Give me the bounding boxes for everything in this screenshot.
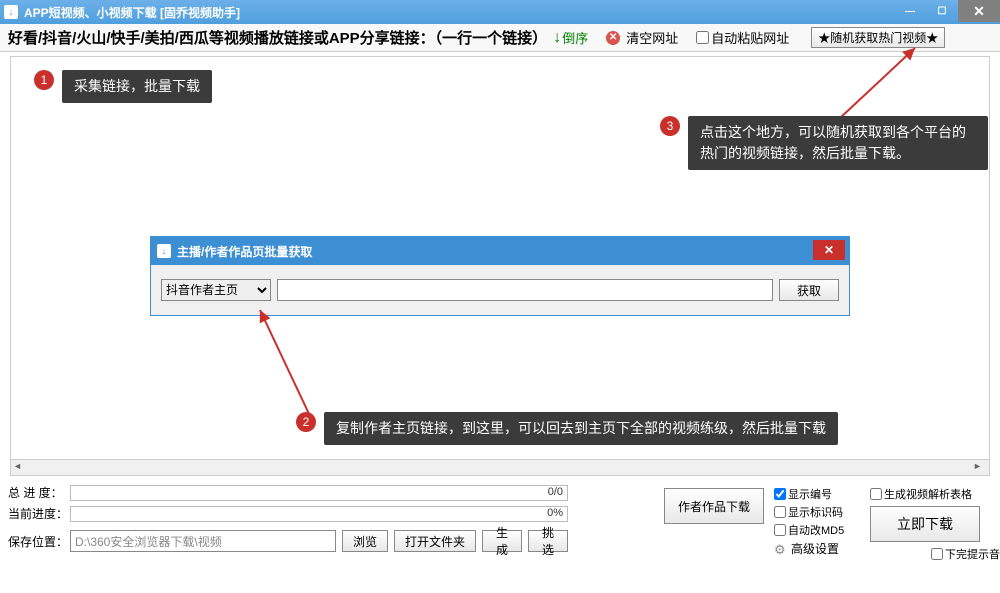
random-hot-video-button[interactable]: ★随机获取热门视频★ <box>811 27 945 48</box>
bottom-panel: 总 进 度： 0/0 当前进度： 0% 保存位置： 浏览 打开文件夹 生成 挑选… <box>8 484 992 587</box>
scroll-right-icon[interactable]: ► <box>973 461 987 475</box>
platform-select[interactable]: 抖音作者主页 <box>161 279 271 301</box>
down-arrow-icon: ↓ <box>553 29 561 47</box>
callout-1-text: 采集链接，批量下载 <box>62 70 212 103</box>
callout-3-text: 点击这个地方，可以随机获取到各个平台的热门的视频链接，然后批量下载。 <box>688 116 988 170</box>
total-progress-label: 总 进 度： <box>8 484 64 501</box>
callout-2-badge: 2 <box>296 412 316 432</box>
author-url-input[interactable] <box>277 279 773 301</box>
show-number-checkbox[interactable]: 显示编号 <box>774 486 864 502</box>
dialog-close-button[interactable]: ✕ <box>813 240 845 260</box>
show-code-checkbox[interactable]: 显示标识码 <box>774 504 864 520</box>
advanced-settings-link[interactable]: ⚙高级设置 <box>774 540 864 557</box>
dialog-icon: ↓ <box>157 244 171 258</box>
author-works-download-button[interactable]: 作者作品下载 <box>664 488 764 524</box>
scroll-left-icon[interactable]: ◄ <box>13 461 27 475</box>
done-sound-checkbox[interactable]: 下完提示音 <box>870 546 1000 562</box>
dialog-titlebar: ↓ 主播/作者作品页批量获取 ✕ <box>151 237 849 265</box>
app-icon: ↓ <box>4 5 18 19</box>
callout-1-badge: 1 <box>34 70 54 90</box>
sort-label: 倒序 <box>562 28 588 47</box>
author-fetch-dialog: ↓ 主播/作者作品页批量获取 ✕ 抖音作者主页 获取 <box>150 236 850 316</box>
sort-button[interactable]: ↓倒序 <box>553 28 588 47</box>
horizontal-scrollbar[interactable]: ◄ ► <box>11 459 989 475</box>
current-progress-label: 当前进度： <box>8 505 64 522</box>
gen-table-checkbox[interactable]: 生成视频解析表格 <box>870 486 1000 502</box>
total-progress-text: 0/0 <box>548 486 563 498</box>
minimize-button[interactable]: — <box>894 0 926 22</box>
save-path-label: 保存位置： <box>8 533 64 550</box>
dialog-title: 主播/作者作品页批量获取 <box>177 243 312 260</box>
browse-button[interactable]: 浏览 <box>342 530 388 552</box>
fetch-button[interactable]: 获取 <box>779 279 839 301</box>
auto-paste-label: 自动粘贴网址 <box>711 28 789 47</box>
download-now-button[interactable]: 立即下载 <box>870 506 980 542</box>
toolbar: 好看/抖音/火山/快手/美拍/西瓜等视频播放链接或APP分享链接：（一行一个链接… <box>0 24 1000 52</box>
close-button[interactable]: ✕ <box>958 0 1000 22</box>
window-controls: — ☐ ✕ <box>894 0 1000 22</box>
pick-button[interactable]: 挑选 <box>528 530 568 552</box>
callout-2-text: 复制作者主页链接，到这里，可以回去到主页下全部的视频练级，然后批量下载 <box>324 412 838 445</box>
dialog-body: 抖音作者主页 获取 <box>151 265 849 315</box>
callout-1: 1 采集链接，批量下载 <box>34 70 212 103</box>
callout-2: 2 复制作者主页链接，到这里，可以回去到主页下全部的视频练级，然后批量下载 <box>296 412 838 445</box>
callout-3: 3 点击这个地方，可以随机获取到各个平台的热门的视频链接，然后批量下载。 <box>660 116 988 170</box>
toolbar-main-label: 好看/抖音/火山/快手/美拍/西瓜等视频播放链接或APP分享链接：（一行一个链接… <box>8 27 547 48</box>
auto-md5-checkbox[interactable]: 自动改MD5 <box>774 522 864 538</box>
open-folder-button[interactable]: 打开文件夹 <box>394 530 476 552</box>
callout-3-badge: 3 <box>660 116 680 136</box>
current-progress-text: 0% <box>547 507 563 519</box>
current-progress-bar: 0% <box>70 506 568 522</box>
titlebar: ↓ APP短视频、小视频下载 [固乔视频助手] — ☐ ✕ <box>0 0 1000 24</box>
save-path-input[interactable] <box>70 530 336 552</box>
maximize-button[interactable]: ☐ <box>926 0 958 22</box>
generate-button[interactable]: 生成 <box>482 530 522 552</box>
total-progress-bar: 0/0 <box>70 485 568 501</box>
window-title: APP短视频、小视频下载 [固乔视频助手] <box>24 4 240 21</box>
auto-paste-checkbox[interactable]: 自动粘贴网址 <box>696 28 789 47</box>
clear-url-icon[interactable]: ✕ <box>606 31 620 45</box>
gear-icon: ⚙ <box>774 542 788 556</box>
clear-url-label[interactable]: 清空网址 <box>626 28 678 47</box>
